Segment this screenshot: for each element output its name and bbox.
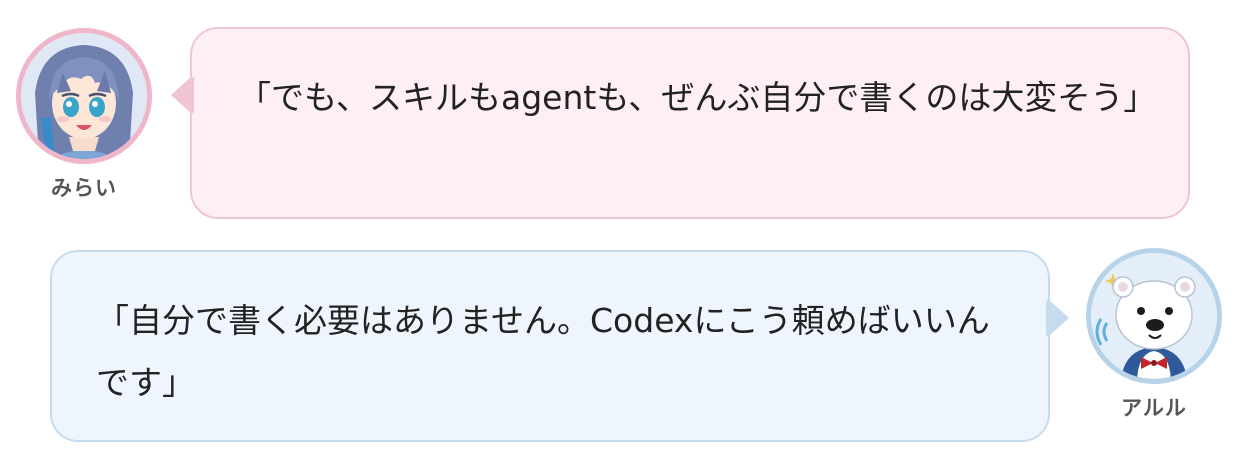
avatar-aruru [1086,248,1222,384]
speech-bubble: 「でも、スキルもagentも、ぜんぶ自分で書くのは大変そう」 [171,27,1190,219]
chat-conversation: みらい 「でも、スキルもagentも、ぜんぶ自分で書くのは大変そう」 「自分で書… [0,0,1240,470]
speaker-mirai: みらい [14,28,154,202]
avatar-mirai [16,28,152,164]
polar-bear-avatar-icon [1091,253,1217,379]
message-text: 「でも、スキルもagentも、ぜんぶ自分で書くのは大変そう」 [238,78,1157,117]
message-text: 「自分で書く必要はありません。Codexにこう頼めばいいんです」 [96,301,990,402]
speaker-name: アルル [1121,396,1187,420]
speaker-aruru: アルル [1084,248,1224,422]
speech-bubble: 「自分で書く必要はありません。Codexにこう頼めばいいんです」 [50,250,1069,442]
anime-girl-avatar-icon [21,33,147,159]
speaker-name: みらい [51,176,117,200]
